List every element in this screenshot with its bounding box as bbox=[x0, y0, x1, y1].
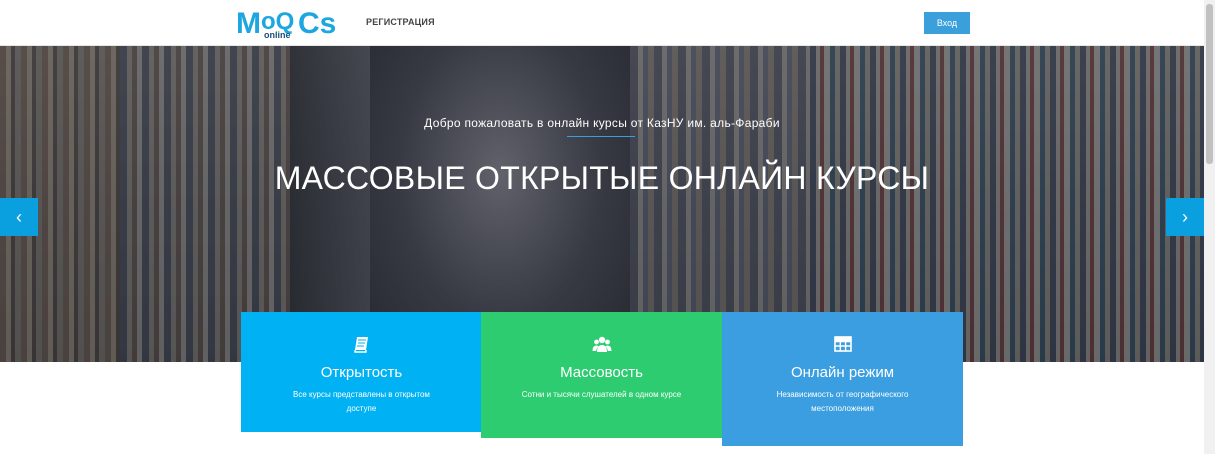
scrollbar-thumb[interactable] bbox=[1206, 4, 1213, 164]
logo-subtitle: online bbox=[264, 30, 291, 40]
page-scrollbar[interactable] bbox=[1204, 0, 1215, 454]
feature-openness: Открытость Все курсы представлены в откр… bbox=[241, 312, 482, 432]
nav-register-link[interactable]: РЕГИСТРАЦИЯ bbox=[366, 17, 435, 27]
feature-description: Независимость от географического местопо… bbox=[776, 390, 909, 413]
moocs-logo[interactable]: M oQ Cs online bbox=[236, 7, 340, 41]
hero-subtitle: Добро пожаловать в онлайн курсы от КазНУ… bbox=[424, 116, 780, 130]
logo-letters-cs: Cs bbox=[298, 7, 337, 40]
users-icon bbox=[592, 336, 611, 352]
chevron-left-icon: ‹ bbox=[16, 207, 22, 227]
table-icon bbox=[833, 336, 852, 352]
feature-title: Открытость bbox=[320, 364, 403, 381]
hero-title: МАССОВЫЕ ОТКРЫТЫЕ ОНЛАЙН КУРСЫ bbox=[274, 160, 930, 196]
feature-description: Сотни и тысячи слушателей в одном курсе bbox=[521, 390, 682, 399]
feature-description: Все курсы представлены в открытом доступ… bbox=[293, 390, 430, 413]
book-icon bbox=[353, 337, 368, 353]
chevron-right-icon: › bbox=[1182, 207, 1188, 227]
feature-mass: Массовость Сотни и тысячи слушателей в о… bbox=[481, 312, 722, 438]
slider-next-button[interactable]: › bbox=[1166, 198, 1204, 236]
slider-prev-button[interactable]: ‹ bbox=[0, 198, 38, 236]
site-header: M oQ Cs online РЕГИСТРАЦИЯ Вход bbox=[0, 0, 1204, 46]
logo-letter-m: M bbox=[236, 7, 261, 40]
feature-title: Массовость bbox=[560, 364, 643, 381]
login-button[interactable]: Вход bbox=[924, 12, 970, 34]
feature-title: Онлайн режим bbox=[790, 364, 895, 381]
feature-online-mode: Онлайн режим Независимость от географиче… bbox=[722, 312, 963, 446]
hero-divider bbox=[567, 136, 635, 137]
